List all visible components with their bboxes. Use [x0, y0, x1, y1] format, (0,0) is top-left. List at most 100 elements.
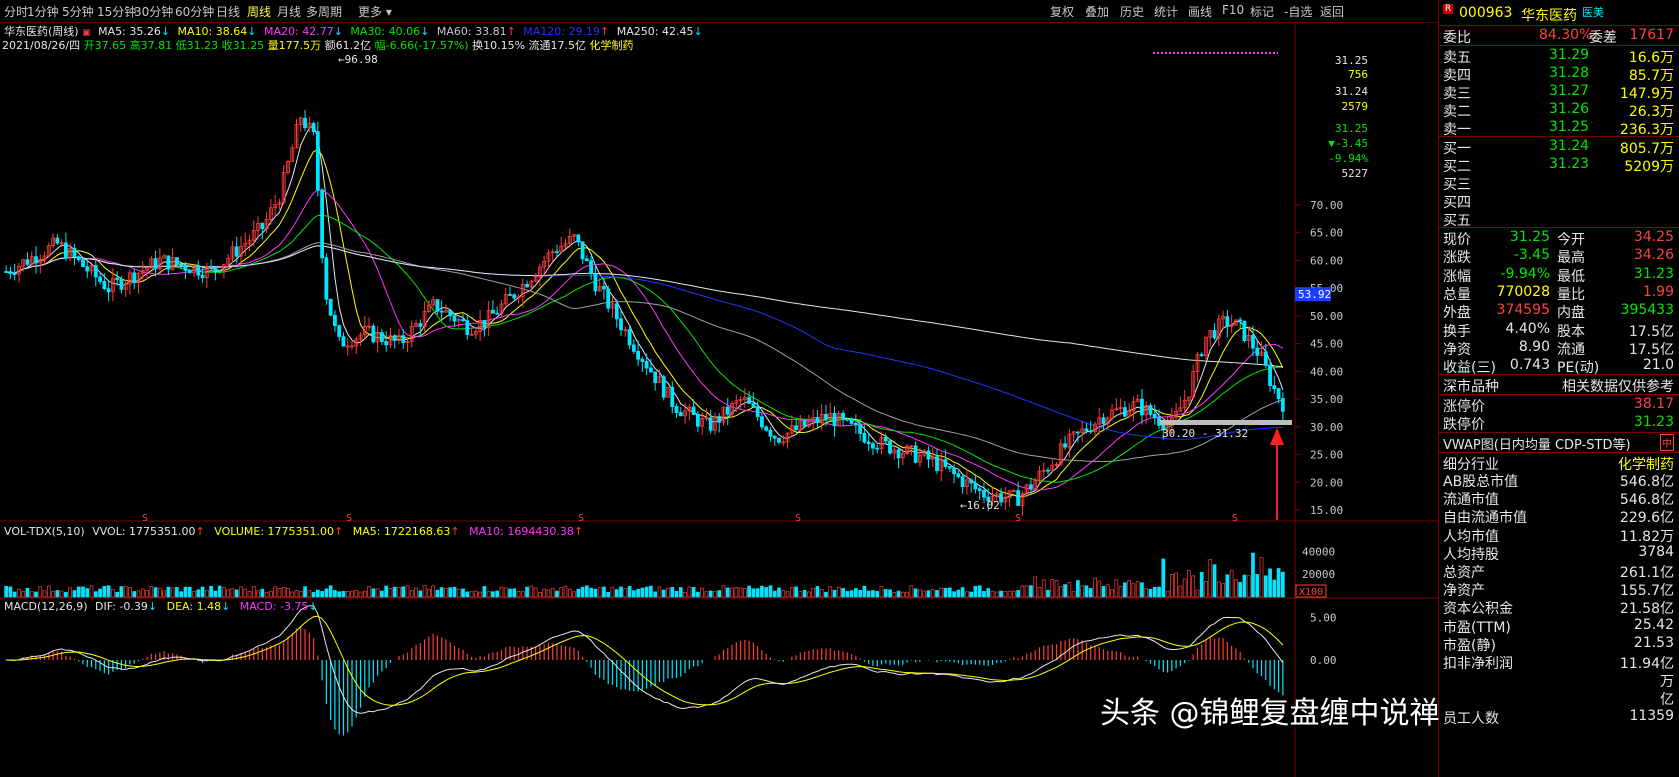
volume-bar: [580, 586, 585, 598]
candle-body: [1272, 385, 1277, 390]
volume-bar: [585, 585, 589, 598]
volume-bar: [311, 591, 316, 598]
vwap-label[interactable]: VWAP图(日内均量 CDP-STD等): [1443, 434, 1631, 453]
toolbar-button-6[interactable]: 标记: [1250, 3, 1274, 20]
candle-body: [324, 257, 329, 300]
volume-bar: [38, 586, 43, 598]
stat-row: 现价 31.25 今开 34.25: [1439, 228, 1679, 248]
volume-bar: [1012, 590, 1016, 598]
volume-bar: [256, 590, 260, 598]
candle-body: [935, 456, 939, 472]
toolbar-button-8[interactable]: 返回: [1320, 3, 1344, 20]
period-tab-2[interactable]: 5分钟: [62, 3, 94, 20]
candle-body: [102, 280, 107, 290]
mini-quote-value: 31.24: [1335, 85, 1368, 98]
candle-body: [435, 299, 440, 312]
volume-bar: [1046, 589, 1050, 598]
price-zone-label: 30.20 - 31.32: [1162, 427, 1248, 440]
candle-body: [93, 265, 98, 278]
candle-body: [943, 459, 948, 468]
period-tab-7[interactable]: 周线: [247, 3, 271, 20]
toolbar-button-5[interactable]: F10: [1222, 3, 1244, 17]
vvol-value: VVOL: 1775351.00: [92, 525, 196, 538]
current-price-label: 53.92: [1298, 288, 1331, 301]
candle-body: [747, 397, 752, 404]
stat-value: 34.26: [1633, 247, 1674, 264]
volume-bar: [448, 587, 453, 598]
volume-bar: [1140, 582, 1144, 598]
candle-body: [1029, 484, 1033, 489]
candle-body: [303, 117, 307, 129]
volume-bar: [935, 590, 939, 598]
period-tab-4[interactable]: 30分钟: [134, 3, 173, 20]
period-tab-0[interactable]: 分时: [4, 3, 28, 20]
period-tab-10[interactable]: 更多 ▾: [358, 3, 392, 20]
volume-bar: [166, 586, 171, 598]
volume-bar: [862, 585, 867, 598]
volume-bar: [469, 591, 474, 598]
period-tab-5[interactable]: 60分钟: [175, 3, 214, 20]
kline-chart[interactable]: 70.0065.0060.0055.0050.0045.0040.0035.00…: [0, 22, 1438, 777]
volume-bar: [589, 587, 593, 598]
volume-bar: [1054, 580, 1059, 598]
stat-row: 换手 4.40% 股本 17.5亿: [1439, 320, 1679, 340]
volume-bar: [414, 587, 418, 598]
volume-bar: [209, 585, 213, 598]
volume-bar: [298, 590, 303, 598]
toolbar-button-4[interactable]: 画线: [1188, 3, 1212, 20]
candle-body: [947, 466, 952, 469]
period-tab-9[interactable]: 多周期: [306, 3, 342, 20]
vwap-row[interactable]: VWAP图(日内均量 CDP-STD等) 中: [1439, 433, 1679, 453]
candle-body: [384, 341, 389, 346]
volume-bar: [977, 585, 982, 598]
volume-bar: [520, 590, 525, 598]
volume-bar: [708, 590, 713, 598]
volume-bar: [755, 588, 760, 598]
toolbar-button-1[interactable]: 叠加: [1085, 3, 1109, 20]
stock-name[interactable]: 华东医药: [1521, 5, 1577, 25]
toolbar-button-3[interactable]: 统计: [1154, 3, 1178, 20]
candle-body: [320, 189, 325, 259]
volume-bar: [623, 588, 628, 598]
candle-body: [896, 449, 901, 459]
toolbar-button-7[interactable]: -自选: [1284, 3, 1312, 20]
volume-bar: [260, 588, 265, 598]
period-tab-1[interactable]: 1分钟: [27, 3, 59, 20]
candle-body: [768, 429, 773, 437]
volume-bar: [239, 586, 243, 598]
s-marker: S: [346, 513, 352, 524]
period-tab-8[interactable]: 月线: [277, 3, 301, 20]
volume-bar: [55, 590, 60, 598]
candle-body: [380, 332, 384, 342]
stock-tag[interactable]: 医美: [1582, 4, 1604, 20]
volume-bar: [696, 591, 700, 598]
toolbar-button-0[interactable]: 复权: [1050, 3, 1074, 20]
volume-bar: [465, 591, 470, 598]
candle-body: [166, 255, 171, 270]
volume-bar: [606, 591, 611, 598]
volume-bar: [1174, 572, 1178, 598]
candle-body: [25, 259, 30, 265]
volume-bar: [952, 591, 956, 598]
candle-body: [1268, 364, 1272, 387]
volume-bar: [1178, 585, 1183, 598]
y-tick-label: 45.00: [1310, 338, 1343, 351]
vwap-expand-icon[interactable]: 中: [1660, 434, 1674, 451]
volume-bar: [328, 585, 333, 598]
fin-row: 万: [1439, 670, 1679, 690]
stat-value: 0.743: [1509, 357, 1550, 374]
toolbar-button-2[interactable]: 历史: [1120, 3, 1144, 20]
macd-value: MACD: -3.75: [239, 600, 309, 613]
volume-bar: [649, 585, 653, 598]
candle-body: [200, 274, 205, 279]
period-tab-6[interactable]: 日线: [216, 3, 240, 20]
ma20-line: [5, 189, 1284, 491]
volume-bar: [713, 591, 717, 598]
volume-bar: [1110, 589, 1114, 598]
volume-bar: [136, 590, 141, 598]
volume-bar: [610, 586, 615, 598]
weibi-value: 84.30%: [1539, 27, 1593, 43]
volume-bar: [960, 587, 965, 598]
period-tab-3[interactable]: 15分钟: [97, 3, 136, 20]
volume-bar: [602, 586, 606, 598]
